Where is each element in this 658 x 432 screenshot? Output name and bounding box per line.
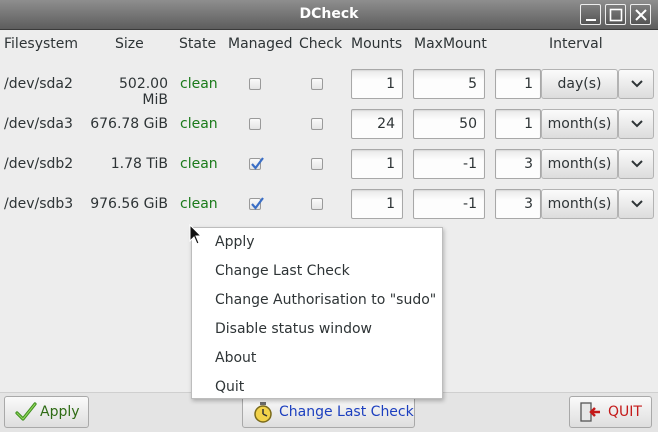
quit-button[interactable]: QUIT	[569, 396, 652, 428]
managed-checkbox[interactable]	[249, 118, 261, 130]
mounts-field[interactable]: 1	[351, 149, 403, 179]
filesystem-cell: /dev/sda3	[4, 116, 73, 132]
filesystem-cell: /dev/sdb2	[4, 156, 74, 172]
context-menu: Apply Change Last Check Change Authorisa…	[191, 227, 443, 399]
window-title: DCheck	[299, 6, 359, 22]
interval-unit-select[interactable]: month(s)	[541, 109, 618, 139]
close-icon	[635, 9, 647, 21]
filesystem-cell: /dev/sda2	[4, 76, 73, 92]
quit-button-label: QUIT	[608, 404, 642, 420]
size-cell: 1.78 TiB	[110, 156, 168, 172]
header-size: Size	[115, 36, 144, 52]
title-bar: DCheck	[0, 0, 658, 30]
menu-item-quit[interactable]: Quit	[192, 373, 442, 402]
menu-item-apply[interactable]: Apply	[192, 228, 442, 257]
state-cell: clean	[180, 156, 218, 172]
apply-button[interactable]: Apply	[4, 396, 89, 428]
minimize-icon	[586, 19, 596, 21]
managed-checkbox[interactable]	[249, 157, 264, 170]
maxmount-field[interactable]: 5	[413, 69, 485, 99]
checkmark-icon	[251, 197, 264, 210]
checkmark-icon	[251, 157, 264, 170]
interval-value-field[interactable]: 1	[495, 109, 541, 139]
maximize-icon	[609, 8, 623, 22]
mouse-cursor-icon	[189, 224, 203, 245]
chevron-down-icon	[631, 80, 643, 88]
state-cell: clean	[180, 196, 218, 212]
interval-dropdown-button[interactable]	[618, 109, 654, 139]
filesystem-cell: /dev/sdb3	[4, 196, 74, 212]
menu-item-change-authorisation[interactable]: Change Authorisation to "sudo"	[192, 286, 442, 315]
chevron-down-icon	[631, 160, 643, 168]
menu-item-change-last-check[interactable]: Change Last Check	[192, 257, 442, 286]
managed-checkbox[interactable]	[249, 197, 264, 210]
check-checkbox[interactable]	[311, 118, 323, 130]
interval-unit-select[interactable]: month(s)	[541, 149, 618, 179]
mounts-field[interactable]: 24	[351, 109, 403, 139]
maximize-button[interactable]	[605, 4, 626, 25]
interval-dropdown-button[interactable]	[618, 69, 654, 99]
chevron-down-icon	[631, 200, 643, 208]
maxmount-field[interactable]: 50	[413, 109, 485, 139]
header-state: State	[179, 36, 217, 52]
exit-door-icon	[580, 402, 600, 422]
size-cell: 676.78 GiB	[90, 116, 168, 132]
menu-item-about[interactable]: About	[192, 344, 442, 373]
size-cell: 976.56 GiB	[90, 196, 168, 212]
maxmount-field[interactable]: -1	[413, 149, 485, 179]
interval-dropdown-button[interactable]	[618, 149, 654, 179]
interval-value-field[interactable]: 3	[495, 189, 541, 219]
size-cell: 502.00 MiB	[119, 76, 168, 108]
state-cell: clean	[180, 116, 218, 132]
mounts-field[interactable]: 1	[351, 189, 403, 219]
chevron-down-icon	[631, 120, 643, 128]
mounts-field[interactable]: 1	[351, 69, 403, 99]
header-filesystem: Filesystem	[4, 36, 79, 52]
header-interval: Interval	[549, 36, 603, 52]
interval-value-field[interactable]: 1	[495, 69, 541, 99]
interval-dropdown-button[interactable]	[618, 189, 654, 219]
state-cell: clean	[180, 76, 218, 92]
close-button[interactable]	[630, 4, 651, 25]
check-checkbox[interactable]	[311, 158, 323, 170]
green-check-icon	[15, 402, 37, 421]
interval-value-field[interactable]: 3	[495, 149, 541, 179]
header-maxmount: MaxMount	[414, 36, 487, 52]
check-checkbox[interactable]	[311, 198, 323, 210]
check-checkbox[interactable]	[311, 78, 323, 90]
maxmount-field[interactable]: -1	[413, 189, 485, 219]
header-mounts: Mounts	[351, 36, 403, 52]
minimize-button[interactable]	[580, 4, 601, 25]
apply-button-label: Apply	[40, 404, 80, 420]
stopwatch-icon	[254, 402, 272, 423]
managed-checkbox[interactable]	[249, 78, 261, 90]
header-managed: Managed	[228, 36, 293, 52]
header-check: Check	[299, 36, 343, 52]
interval-unit-select[interactable]: day(s)	[541, 69, 618, 99]
interval-unit-select[interactable]: month(s)	[541, 189, 618, 219]
menu-item-disable-status-window[interactable]: Disable status window	[192, 315, 442, 344]
